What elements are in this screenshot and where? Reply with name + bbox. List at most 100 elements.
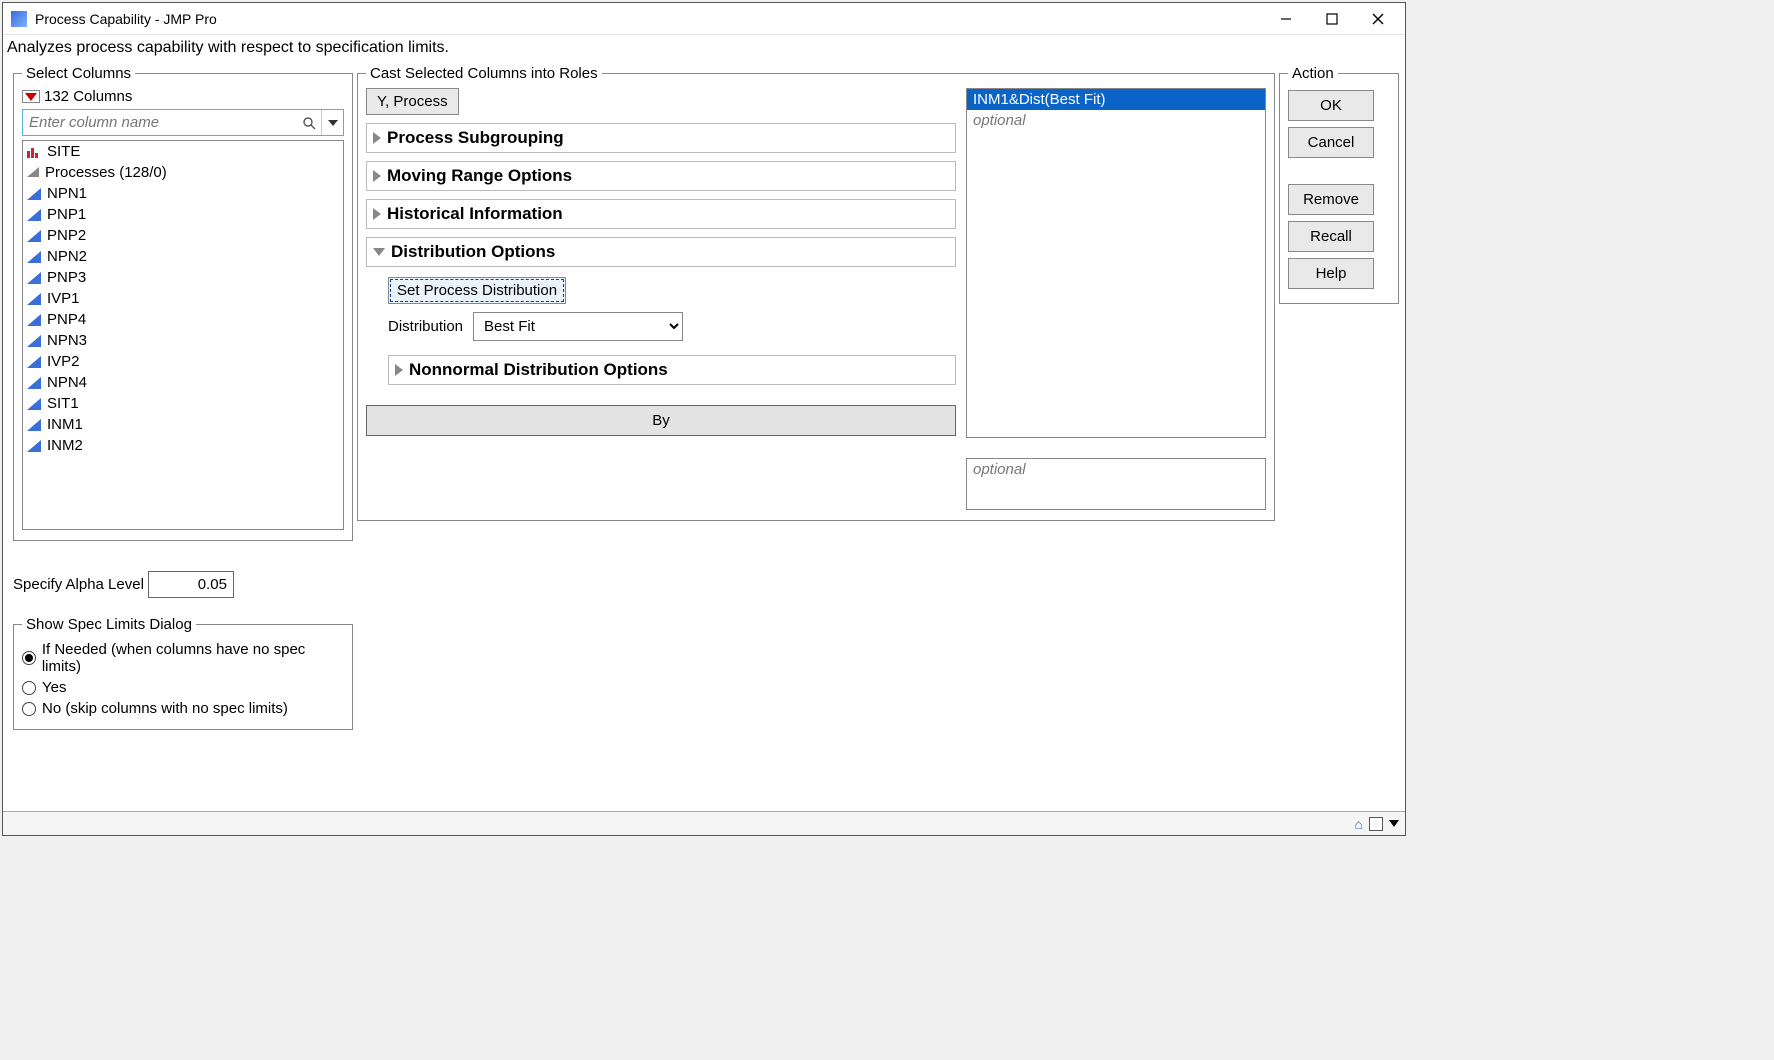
- column-item[interactable]: PNP2: [23, 225, 343, 246]
- disclosure-icon[interactable]: [395, 364, 403, 376]
- status-triangle-icon[interactable]: [1389, 820, 1399, 827]
- column-search-input[interactable]: [23, 110, 297, 135]
- column-label: NPN4: [47, 374, 87, 391]
- statusbar: ⌂: [3, 811, 1405, 835]
- section-process-subgrouping[interactable]: Process Subgrouping: [383, 128, 568, 148]
- section-distribution-options[interactable]: Distribution Options: [387, 242, 559, 262]
- y-process-button[interactable]: Y, Process: [366, 88, 459, 115]
- column-label: PNP3: [47, 269, 86, 286]
- radio-label: Yes: [42, 679, 66, 696]
- y-process-role-list[interactable]: INM1&Dist(Best Fit) optional: [966, 88, 1266, 438]
- continuous-icon: [27, 230, 41, 242]
- spec-limits-legend: Show Spec Limits Dialog: [22, 616, 196, 633]
- column-group-processes[interactable]: Processes (128/0): [23, 162, 343, 183]
- search-icon[interactable]: [297, 110, 321, 135]
- dialog-description: Analyzes process capability with respect…: [3, 35, 1405, 65]
- disclosure-icon[interactable]: [373, 208, 381, 220]
- role-item-selected[interactable]: INM1&Dist(Best Fit): [967, 89, 1265, 110]
- continuous-icon: [27, 335, 41, 347]
- home-icon[interactable]: ⌂: [1355, 816, 1363, 832]
- columns-list[interactable]: SITE Processes (128/0) NPN1 PNP1PNP2 NPN2 P…: [22, 140, 344, 530]
- continuous-icon: [27, 209, 41, 221]
- spec-limits-option[interactable]: Yes: [22, 677, 344, 698]
- column-label: SIT1: [47, 395, 79, 412]
- column-item[interactable]: IVP2: [23, 351, 343, 372]
- column-search: [22, 109, 344, 136]
- app-window: Process Capability - JMP Pro Analyzes pr…: [2, 2, 1406, 836]
- section-nonnormal[interactable]: Nonnormal Distribution Options: [405, 360, 672, 380]
- continuous-icon: [27, 188, 41, 200]
- column-item[interactable]: NPN1: [23, 183, 343, 204]
- columns-menu-button[interactable]: [22, 90, 40, 103]
- continuous-icon: [27, 314, 41, 326]
- column-label: IVP1: [47, 290, 80, 307]
- by-button[interactable]: By: [366, 405, 956, 436]
- radio-icon: [22, 702, 36, 716]
- minimize-button[interactable]: [1263, 3, 1309, 35]
- column-label: IVP2: [47, 353, 80, 370]
- section-historical[interactable]: Historical Information: [383, 204, 567, 224]
- by-role-list[interactable]: optional: [966, 458, 1266, 510]
- cancel-button[interactable]: Cancel: [1288, 127, 1374, 158]
- radio-icon: [22, 681, 36, 695]
- set-process-distribution-button[interactable]: Set Process Distribution: [388, 277, 566, 304]
- disclosure-icon[interactable]: [373, 170, 381, 182]
- help-button[interactable]: Help: [1288, 258, 1374, 289]
- alpha-label: Specify Alpha Level: [13, 576, 144, 593]
- maximize-button[interactable]: [1309, 3, 1355, 35]
- remove-button[interactable]: Remove: [1288, 184, 1374, 215]
- red-triangle-icon: [25, 93, 37, 101]
- column-label: NPN1: [47, 185, 87, 202]
- column-label: INM1: [47, 416, 83, 433]
- section-moving-range[interactable]: Moving Range Options: [383, 166, 576, 186]
- radio-label: If Needed (when columns have no spec lim…: [42, 641, 344, 675]
- app-icon: [11, 11, 27, 27]
- status-square-icon[interactable]: [1369, 817, 1383, 831]
- recall-button[interactable]: Recall: [1288, 221, 1374, 252]
- column-item[interactable]: NPN2: [23, 246, 343, 267]
- spec-limits-option[interactable]: If Needed (when columns have no spec lim…: [22, 639, 344, 677]
- column-label: NPN3: [47, 332, 87, 349]
- column-item[interactable]: INM2: [23, 435, 343, 456]
- column-item[interactable]: PNP4: [23, 309, 343, 330]
- group-disclosure-icon: [27, 167, 39, 177]
- cast-roles-panel: Cast Selected Columns into Roles Y, Proc…: [357, 65, 1275, 521]
- spec-limits-group: Show Spec Limits Dialog If Needed (when …: [13, 616, 353, 730]
- continuous-icon: [27, 398, 41, 410]
- columns-count: 132 Columns: [44, 88, 132, 105]
- disclosure-icon[interactable]: [373, 132, 381, 144]
- cast-roles-legend: Cast Selected Columns into Roles: [366, 65, 602, 82]
- column-label: PNP4: [47, 311, 86, 328]
- continuous-icon: [27, 440, 41, 452]
- continuous-icon: [27, 377, 41, 389]
- column-site[interactable]: SITE: [23, 141, 343, 162]
- action-legend: Action: [1288, 65, 1338, 82]
- column-item[interactable]: PNP1: [23, 204, 343, 225]
- by-item-optional: optional: [967, 459, 1265, 480]
- close-button[interactable]: [1355, 3, 1401, 35]
- select-columns-panel: Select Columns 132 Columns: [13, 65, 353, 730]
- column-item[interactable]: SIT1: [23, 393, 343, 414]
- column-item[interactable]: PNP3: [23, 267, 343, 288]
- titlebar: Process Capability - JMP Pro: [3, 3, 1405, 35]
- ok-button[interactable]: OK: [1288, 90, 1374, 121]
- radio-icon: [22, 651, 36, 665]
- disclosure-open-icon[interactable]: [373, 248, 385, 256]
- column-item[interactable]: INM1: [23, 414, 343, 435]
- window-title: Process Capability - JMP Pro: [35, 11, 1263, 27]
- distribution-select[interactable]: Best Fit: [473, 312, 683, 341]
- search-options-dropdown[interactable]: [321, 110, 343, 135]
- radio-label: No (skip columns with no spec limits): [42, 700, 288, 717]
- role-item-optional: optional: [967, 110, 1265, 131]
- continuous-icon: [27, 251, 41, 263]
- spec-limits-option[interactable]: No (skip columns with no spec limits): [22, 698, 344, 719]
- column-label: NPN2: [47, 248, 87, 265]
- continuous-icon: [27, 272, 41, 284]
- alpha-input[interactable]: [148, 571, 234, 598]
- select-columns-legend: Select Columns: [22, 65, 135, 82]
- nominal-icon: [27, 146, 41, 158]
- column-item[interactable]: NPN3: [23, 330, 343, 351]
- column-item[interactable]: IVP1: [23, 288, 343, 309]
- action-panel: Action OK Cancel Remove Recall Help: [1279, 65, 1399, 304]
- column-item[interactable]: NPN4: [23, 372, 343, 393]
